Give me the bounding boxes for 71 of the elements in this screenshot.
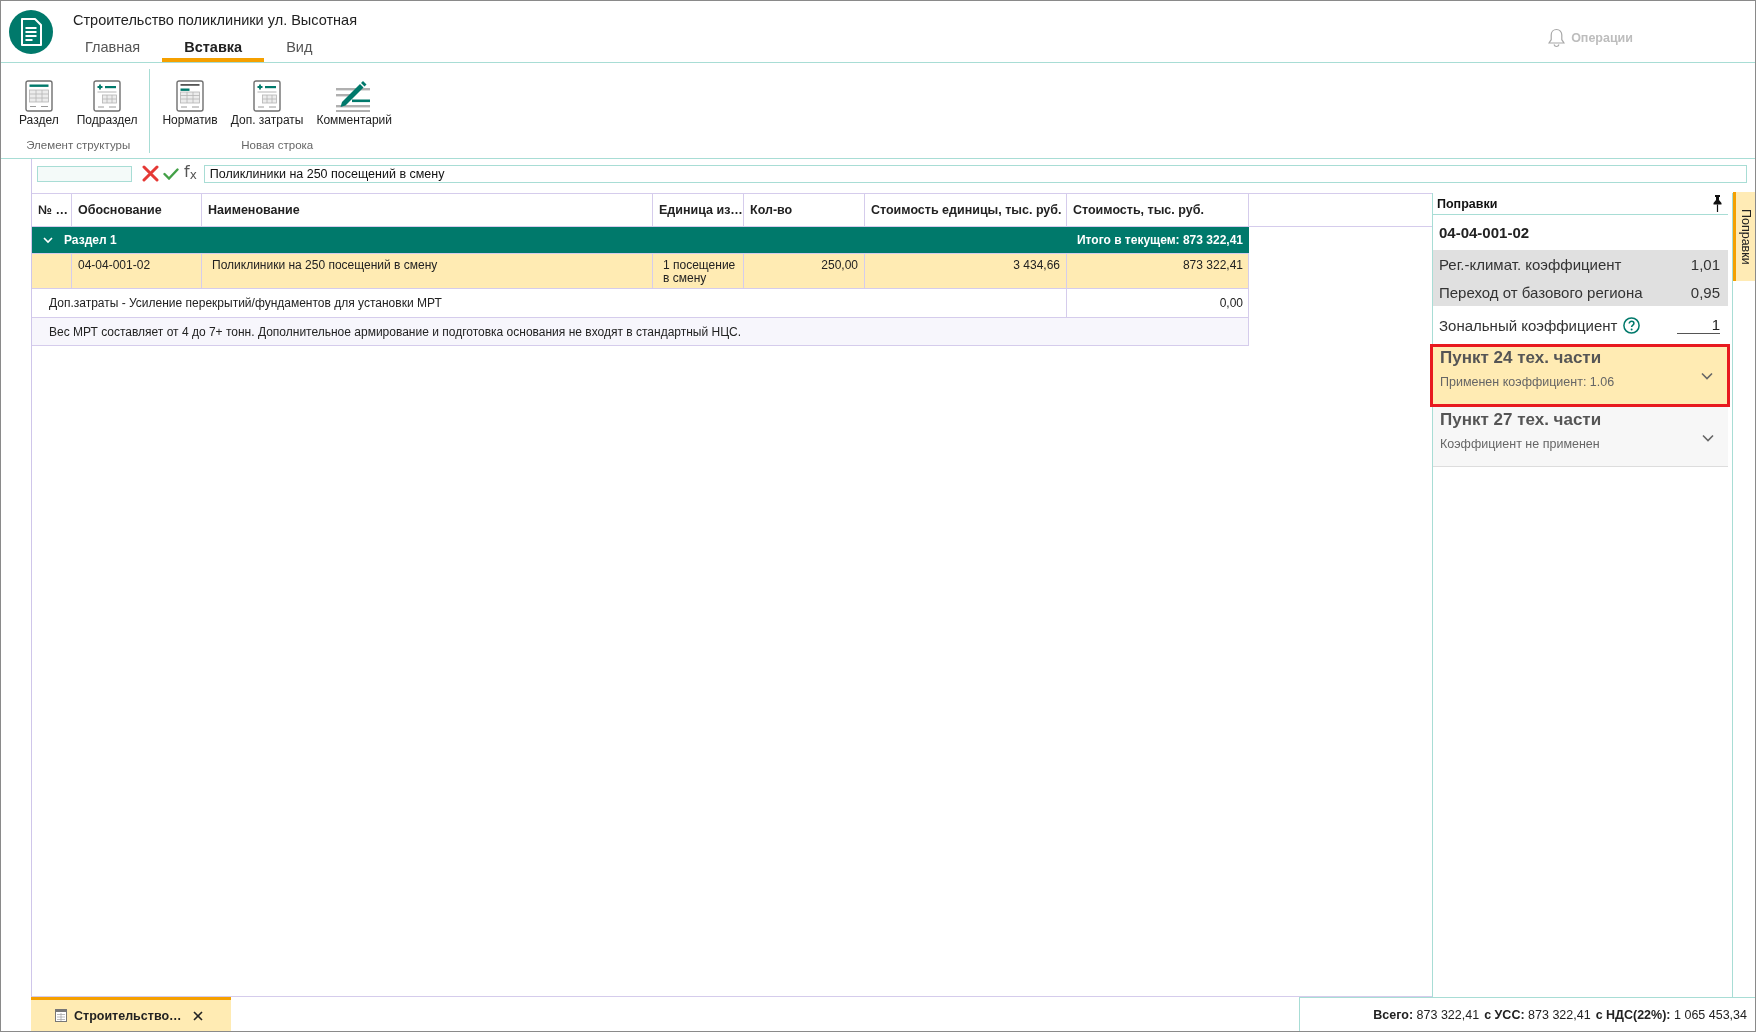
status-total: Всего: 873 322,41 — [1373, 1007, 1480, 1022]
chevron-icon[interactable] — [1702, 434, 1714, 442]
app-logo-icon — [9, 10, 53, 54]
coefficient-input[interactable]: 1 — [1677, 316, 1720, 334]
column-header[interactable]: Кол-во — [744, 194, 865, 226]
ribbon-button[interactable]: Подраздел — [71, 80, 143, 127]
coefficient-label: Рег.-климат. коэффициент — [1439, 255, 1622, 273]
cross-icon — [142, 165, 159, 182]
check-icon — [163, 167, 179, 180]
clause-status: Применен коэффициент: 1.06 — [1440, 374, 1616, 390]
ribbon-button[interactable]: Раздел — [14, 80, 64, 127]
section-row[interactable]: Раздел 1 Итого в текущем: 873 322,41 — [32, 227, 1249, 254]
column-header[interactable]: Обоснование — [72, 194, 202, 226]
clause-title: Пункт 27 тех. части — [1440, 410, 1603, 430]
column-header[interactable]: № … — [32, 194, 72, 226]
coefficient-value: 0,95 — [1690, 283, 1720, 301]
chevron-icon[interactable] — [1701, 372, 1713, 380]
ribbon-button[interactable]: Норматив — [157, 80, 223, 127]
table-cell: 3 434,66 — [865, 254, 1067, 288]
table-cell-text: 0,00 — [1218, 294, 1244, 312]
table-sheet-icon — [24, 80, 53, 112]
coefficient-label: Переход от базового региона — [1439, 283, 1643, 301]
clause-title: Пункт 24 тех. части — [1440, 348, 1603, 368]
norm-code: 04-04-001-02 — [1438, 223, 1531, 243]
table-cell: 1 посещение в смену — [653, 254, 744, 288]
document-title: Строительство поликлиники ул. Высотная — [73, 12, 357, 29]
table-cell: 250,00 — [744, 254, 865, 288]
bell-icon — [1548, 28, 1566, 48]
table-cell-text: 873 322,41 — [1181, 257, 1244, 274]
column-header[interactable]: Стоимость, тыс. руб. — [1067, 194, 1249, 226]
document-icon — [55, 1009, 67, 1022]
pencil-lines-icon — [336, 80, 373, 112]
add-row-sheet-icon — [93, 80, 122, 112]
table-cell: Поликлиники на 250 посещений в смену — [202, 254, 653, 288]
column-header[interactable]: Наименование — [202, 194, 653, 226]
side-panel-tab[interactable]: Поправки — [1733, 192, 1755, 281]
status-total: с УСС: 873 322,41 — [1484, 1007, 1591, 1022]
confirm-button[interactable] — [163, 167, 179, 180]
comment-row[interactable]: Вес МРТ составляет от 4 до 7+ тонн. Дополнительное армирование и подготовка основания не входят в стандартный НЦС. — [32, 318, 1249, 346]
table-row[interactable]: Доп.затраты - Усиление перекрытий/фундаментов для установки МРТ 0,00 — [32, 289, 1249, 318]
add-row-sheet-icon — [253, 80, 282, 112]
coefficient-value: 1,01 — [1690, 255, 1720, 273]
document-tab[interactable]: Строительство… — [31, 997, 231, 1031]
clause-status: Коэффициент не применен — [1440, 436, 1601, 452]
ribbon-group-label: Элемент структуры — [26, 138, 131, 152]
pin-icon[interactable] — [1713, 195, 1722, 212]
clause-card[interactable]: Пункт 27 тех. части Коэффициент не применен — [1433, 407, 1728, 467]
ribbon-button[interactable]: Комментарий — [311, 80, 397, 127]
column-header[interactable]: Стоимость единицы, тыс. руб. — [865, 194, 1067, 226]
table-sheet-icon — [176, 80, 205, 112]
ribbon-tab[interactable]: Вид — [264, 36, 335, 62]
cell-reference-field[interactable] — [37, 165, 132, 182]
table-cell: 04-04-001-02 — [72, 254, 202, 288]
formula-field[interactable]: Поликлиники на 250 посещений в смену — [203, 164, 1747, 183]
coefficient-label: Зональный коэффициент — [1439, 316, 1618, 334]
panel-title: Поправки — [1437, 196, 1498, 211]
help-icon[interactable] — [1623, 316, 1641, 334]
table-cell: Доп.затраты - Усиление перекрытий/фундаментов для установки МРТ — [32, 289, 1067, 317]
ribbon-tab[interactable]: Вставка — [162, 36, 265, 62]
close-icon[interactable] — [193, 1010, 203, 1021]
status-total: с НДС(22%): 1 065 453,34 — [1595, 1007, 1747, 1022]
ribbon-group-label: Новая строка — [241, 138, 314, 152]
clause-card[interactable]: Пункт 24 тех. части Применен коэффициент: 1.06 — [1430, 344, 1730, 407]
section-total: Итого в текущем: 873 322,41 — [1076, 233, 1243, 247]
cancel-button[interactable] — [142, 165, 159, 182]
ribbon-button[interactable]: Доп. затраты — [225, 80, 309, 127]
ribbon-tab[interactable]: Главная — [63, 36, 163, 62]
function-button[interactable]: f$_{x}$ — [184, 163, 197, 184]
column-header[interactable]: Единица из… — [653, 194, 744, 226]
table-row[interactable]: 04-04-001-02 Поликлиники на 250 посещений в смену 1 посещение в смену 250,00 3 434,66 873 322,41 — [32, 254, 1249, 289]
section-label: Раздел 1 — [64, 233, 117, 247]
